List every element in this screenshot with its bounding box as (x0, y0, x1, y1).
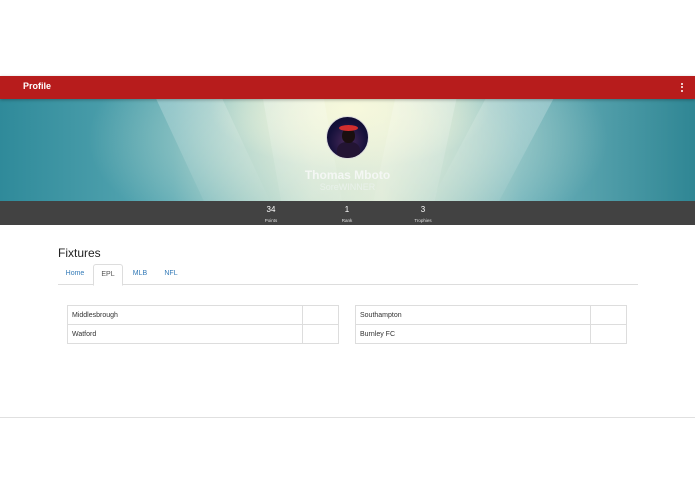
score-cell[interactable] (590, 305, 627, 325)
table-row[interactable]: Middlesbrough (66, 305, 339, 325)
team-cell: Southampton (354, 305, 592, 325)
app-bar: Profile (0, 76, 695, 99)
tab-home[interactable]: Home (58, 264, 92, 285)
table-row[interactable]: Burnley FC (354, 324, 627, 344)
team-cell: Burnley FC (354, 324, 592, 344)
avatar[interactable] (326, 116, 369, 159)
team-cell: Middlesbrough (66, 305, 304, 325)
table-row[interactable]: Watford (66, 324, 339, 344)
stat-value: 1 (344, 205, 350, 214)
stats-bar: 34 Points 1 Rank 3 Trophies (0, 201, 695, 225)
stat-label: Trophies (414, 218, 432, 223)
score-cell[interactable] (302, 305, 339, 325)
tab-mlb[interactable]: MLB (125, 264, 155, 285)
stat-rank: 1 Rank (317, 201, 377, 223)
fixtures-table-left: Middlesbrough Watford (66, 305, 339, 344)
stat-label: Points (264, 218, 278, 223)
tab-nfl[interactable]: NFL (157, 264, 185, 285)
divider (0, 417, 695, 418)
score-cell[interactable] (590, 324, 627, 344)
stat-trophies: 3 Trophies (393, 201, 453, 223)
fixtures-tabs: Home EPL MLB NFL (58, 264, 638, 286)
team-cell: Watford (66, 324, 304, 344)
stat-points: 34 Points (241, 201, 301, 223)
stat-label: Rank (341, 218, 353, 223)
profile-handle: SoreWINNER (319, 182, 376, 192)
fixtures-table-right: Southampton Burnley FC (354, 305, 627, 344)
page: Profile Thomas Mboto SoreWINNER 34 Point… (0, 0, 695, 494)
table-row[interactable]: Southampton (354, 305, 627, 325)
stat-value: 34 (266, 205, 276, 214)
profile-name: Thomas Mboto (304, 168, 391, 182)
score-cell[interactable] (302, 324, 339, 344)
app-bar-title: Profile (23, 81, 52, 91)
more-vert-icon[interactable] (677, 80, 687, 94)
tab-epl[interactable]: EPL (93, 264, 123, 286)
fixtures-heading: Fixtures (58, 246, 101, 260)
stat-value: 3 (420, 205, 426, 214)
